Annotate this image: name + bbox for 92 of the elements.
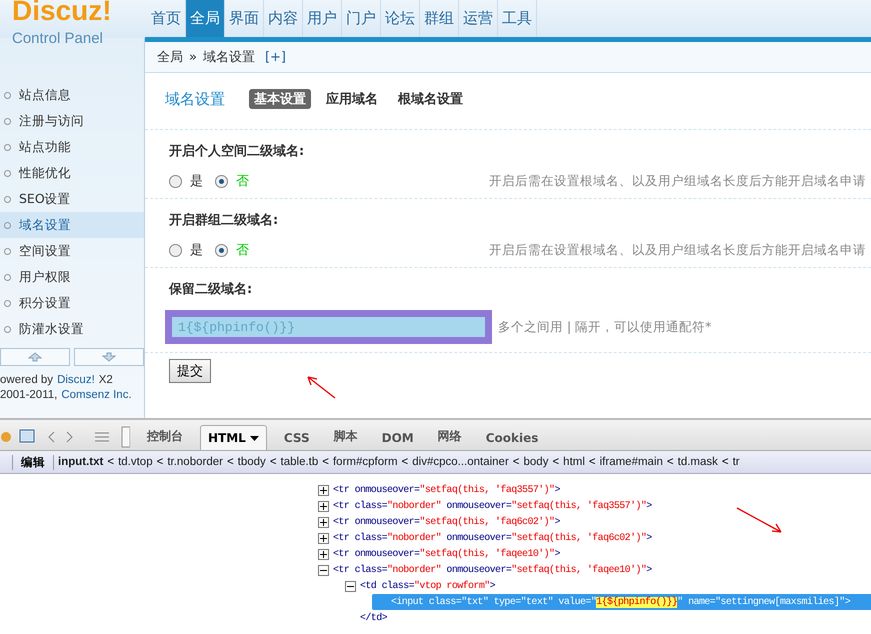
element-path-item[interactable]: body xyxy=(524,456,548,468)
path-separator: < xyxy=(107,456,114,468)
html-source-line[interactable]: <tr onmouseover="setfaq(this, 'faq6c02')"> xyxy=(333,516,560,528)
setting-label: 开启群组二级域名: xyxy=(169,212,280,229)
devtools-tab[interactable]: Cookies xyxy=(478,426,546,450)
radio-button[interactable] xyxy=(169,244,182,256)
devtools-tab[interactable]: 脚本 xyxy=(326,423,365,450)
expand-icon[interactable] xyxy=(318,484,329,496)
devtools-tab[interactable]: 网络 xyxy=(430,423,469,450)
version-text: X2 xyxy=(98,374,113,386)
radio-label: 是 xyxy=(190,242,203,259)
setting-hint: 开启后需在设置根域名、以及用户组域名长度后方能开启域名申请 xyxy=(489,172,867,190)
sidebar-item[interactable]: 站点功能 xyxy=(0,134,144,160)
caret-icon xyxy=(250,436,259,442)
copyright-text: 2001-2011, xyxy=(0,389,58,401)
devtools-tab[interactable]: HTML xyxy=(200,425,267,450)
page-title: 域名设置 xyxy=(165,90,225,108)
html-source-line[interactable]: <td class="vtop rowform"> xyxy=(360,580,496,592)
page-tab[interactable]: 根域名设置 xyxy=(393,89,468,109)
element-path-item[interactable]: iframe#main xyxy=(600,456,663,468)
collapse-icon[interactable] xyxy=(318,564,329,576)
powered-by-text: owered by xyxy=(0,374,54,386)
radio-label: 是 xyxy=(190,173,203,190)
collapse-icon[interactable] xyxy=(345,580,356,592)
path-separator: < xyxy=(588,456,596,468)
radio-button[interactable] xyxy=(169,174,182,188)
element-path-item[interactable]: table.tb xyxy=(280,456,318,468)
element-path-item[interactable]: tbody xyxy=(238,456,266,468)
add-link[interactable]: [+] xyxy=(264,50,286,64)
arrow-up-icon xyxy=(28,352,42,362)
devtools-tab[interactable]: DOM xyxy=(374,426,421,450)
sidebar-item[interactable]: SEO设置 xyxy=(0,186,144,212)
devtools-tab[interactable]: CSS xyxy=(276,426,317,450)
path-separator: < xyxy=(270,456,277,468)
element-path-item[interactable]: tr xyxy=(732,456,740,468)
expand-icon[interactable] xyxy=(318,516,329,528)
radio-label: 否 xyxy=(236,242,249,259)
devtools-tab[interactable]: 控制台 xyxy=(140,423,190,450)
html-source-line[interactable]: </td> xyxy=(360,612,388,624)
expand-icon[interactable] xyxy=(318,532,329,544)
logo-text: Discuz! xyxy=(12,0,113,26)
radio-button[interactable] xyxy=(215,174,228,188)
comsenz-link[interactable]: Comsenz Inc. xyxy=(61,389,132,401)
element-path-item[interactable]: div#cpco...ontainer xyxy=(412,456,509,468)
element-path-item[interactable]: input.txt xyxy=(58,456,104,468)
element-path-item[interactable]: td.mask xyxy=(678,456,718,468)
page-tab[interactable]: 应用域名 xyxy=(321,89,383,109)
path-separator: < xyxy=(512,456,520,468)
html-source-line[interactable]: <tr class="noborder" onmouseover="setfaq(this, 'faq6c02')"> xyxy=(333,532,652,544)
sidebar-item[interactable]: 注册与访问 xyxy=(0,108,144,134)
breadcrumb-item: 域名设置 xyxy=(202,49,255,66)
breadcrumb-item[interactable]: 全局 xyxy=(157,48,183,66)
nav-tab[interactable]: 全局 xyxy=(186,0,225,38)
element-path-item[interactable]: tr.noborder xyxy=(167,456,223,468)
setting-hint: 开启后需在设置根域名、以及用户组域名长度后方能开启域名申请 xyxy=(489,242,867,258)
sidebar-item[interactable]: 防灌水设置 xyxy=(0,316,144,342)
submit-button[interactable]: 提交 xyxy=(169,359,211,383)
expand-icon[interactable] xyxy=(318,548,329,560)
sidebar-item[interactable]: 站点信息 xyxy=(0,82,144,108)
sidebar-item[interactable]: 性能优化 xyxy=(0,160,144,186)
setting-label: 开启个人空间二级域名: xyxy=(169,142,306,160)
html-source-line[interactable]: <tr onmouseover="setfaq(this, 'faq3557')"> xyxy=(333,484,560,496)
sidebar-item[interactable]: 用户权限 xyxy=(0,264,144,290)
setting-hint: 多个之间用 | 隔开，可以使用通配符* xyxy=(498,318,712,336)
html-source-line[interactable]: <tr onmouseover="setfaq(this, 'faqee10')"> xyxy=(333,548,560,560)
sidebar-item[interactable]: 域名设置 xyxy=(0,212,144,238)
html-source-line[interactable]: <tr class="noborder" onmouseover="setfaq(this, 'faq3557')"> xyxy=(333,500,652,512)
element-path-item[interactable]: html xyxy=(563,456,585,468)
logo-subtitle: Control Panel xyxy=(12,30,104,47)
radio-label: 否 xyxy=(236,173,249,190)
element-path-item[interactable]: form#cpform xyxy=(332,456,398,468)
path-separator: < xyxy=(402,456,408,468)
path-separator: < xyxy=(322,456,329,468)
path-separator: < xyxy=(226,456,234,468)
devtools-toolbar-icons[interactable] xyxy=(0,424,130,450)
sidebar-item[interactable]: 空间设置 xyxy=(0,238,144,264)
annotation-arrow xyxy=(305,374,337,400)
html-source-line[interactable]: <tr class="noborder" onmouseover="setfaq(this, 'faqee10')"> xyxy=(333,564,652,576)
path-separator: < xyxy=(722,456,729,468)
path-separator: < xyxy=(156,456,164,468)
edit-button[interactable]: 编辑 xyxy=(12,454,54,470)
path-separator: < xyxy=(552,456,560,468)
path-separator: < xyxy=(666,456,674,468)
expand-icon[interactable] xyxy=(318,500,329,512)
sidebar-item[interactable]: 积分设置 xyxy=(0,290,144,316)
setting-label: 保留二级域名: xyxy=(169,281,254,298)
arrow-down-icon xyxy=(102,352,116,362)
discuz-link[interactable]: Discuz! xyxy=(57,374,95,386)
breadcrumb-separator: » xyxy=(189,50,197,64)
element-path-item[interactable]: td.vtop xyxy=(118,456,153,468)
radio-button[interactable] xyxy=(215,244,228,256)
page-tab[interactable]: 基本设置 xyxy=(249,89,311,109)
